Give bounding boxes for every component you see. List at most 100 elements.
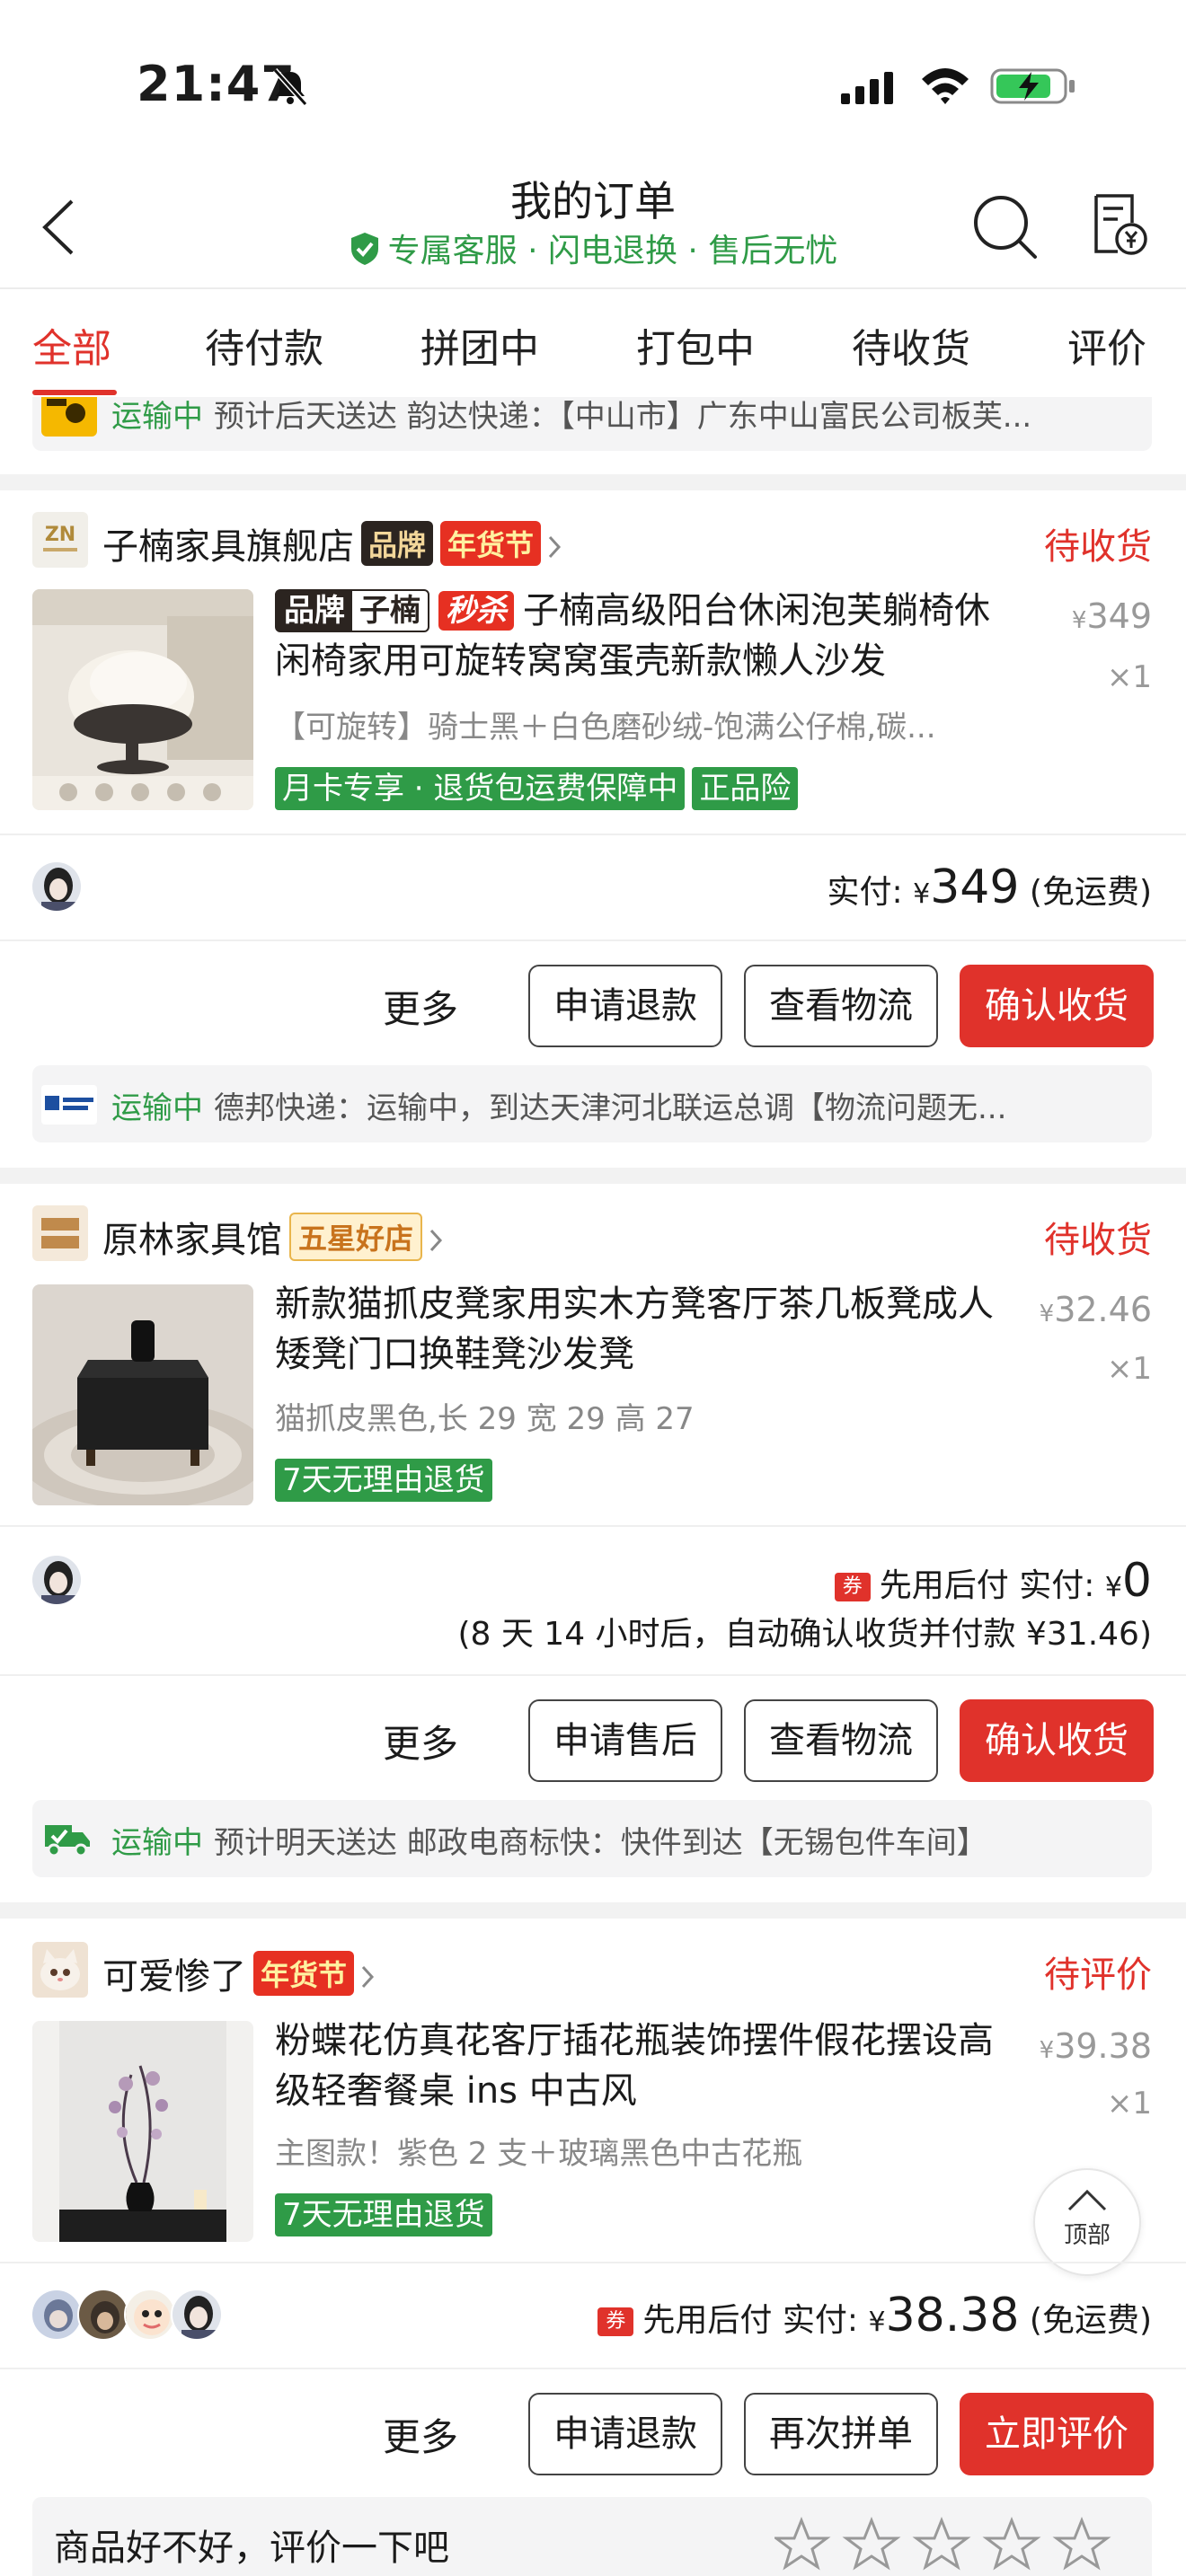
back-to-top-button[interactable]: 顶部 [1033,2168,1141,2276]
invoice-icon[interactable] [1091,192,1148,257]
order-3-shop-row[interactable]: 可爱惨了 年货节 [32,1942,1152,1999]
pay-label: 实付: [1019,1567,1095,1604]
order-status: 待评价 [1044,1954,1152,1996]
rating-stars[interactable] [774,2513,1134,2576]
logistics-status: 运输中 [111,399,203,435]
service-tag: 7天无理由退货 [275,1459,492,1502]
more-button[interactable]: 更多 [383,1714,458,1769]
logistics-status: 运输中 [111,1825,203,1861]
payment-summary: 券先用后付 实付: ¥0 [834,1554,1152,1608]
logistics-text: 预计明天送达 邮政电商标快：快件到达【无锡包件车间】 [214,1825,987,1861]
order-status: 待收货 [1044,1220,1152,1261]
service-tag: 月卡专享 · 退货包运费保障中 [275,767,686,810]
product-image-stool[interactable] [32,1284,253,1505]
wifi-icon [922,68,969,104]
mute-bell-icon [272,67,308,107]
avatar [171,2289,223,2341]
tab-group-buying[interactable]: 拼团中 [420,316,539,374]
product-image-vase[interactable] [32,2021,253,2242]
pay-currency: ¥ [868,2307,886,2338]
order-status: 待收货 [1044,526,1152,568]
service-tags: 7天无理由退货 [275,2193,500,2236]
request-refund-button[interactable]: 申请退款 [528,965,722,1047]
product-price: ¥39.38 [1040,2026,1152,2066]
pay-amount: 38.38 [885,2289,1020,2342]
product-price: ¥32.46 [1040,1290,1152,1329]
logistics-text: 德邦快递：运输中，到达天津河北联运总调【物流问题无... [214,1090,1007,1126]
pay-later-label: 先用后付 [879,1567,1009,1604]
tab-pending-payment[interactable]: 待付款 [205,316,323,374]
shop-name: 原林家具馆 [102,1220,282,1261]
coupon-icon: 券 [834,1573,871,1601]
tab-review[interactable]: 评价 [1067,316,1146,374]
user-avatar-image [126,2290,174,2339]
product-title[interactable]: 品牌 子楠 秒杀 子楠高级阳台休闲泡芙躺椅休闲椅家用可旋转窝窝蛋壳新款懒人沙发 [275,586,1012,686]
pay-suffix: (免运费) [1029,874,1152,911]
logistics-status: 运输中 [111,1090,203,1126]
shop-name-wrap: 原林家具馆 五星好店 [102,1211,444,1263]
pay-label: 实付: [782,2302,859,2339]
avatar [31,1554,83,1606]
shield-check-icon [350,233,378,265]
product-spec: 【可旋转】骑士黑＋白色磨砂绒-饱满公仔棉,碳... [275,710,936,745]
search-icon[interactable] [970,192,1039,260]
avatar [31,860,83,913]
confirm-receipt-button[interactable]: 确认收货 [960,1699,1154,1782]
avatar [31,2289,83,2341]
price-value: 32.46 [1054,1290,1152,1329]
tab-all[interactable]: 全部 [32,316,111,374]
flash-sale-tag: 秒杀 [438,591,514,631]
price-currency: ¥ [1071,607,1087,634]
view-logistics-button[interactable]: 查看物流 [744,1699,938,1782]
star-icon [842,2516,901,2571]
chevron-up-icon [1067,2189,1107,2211]
pay-suffix: (免运费) [1029,2302,1152,2339]
confirm-receipt-button[interactable]: 确认收货 [960,965,1154,1047]
user-avatar-image [32,862,81,911]
buy-again-button[interactable]: 再次拼单 [744,2393,938,2475]
view-logistics-button[interactable]: 查看物流 [744,965,938,1047]
cellular-signal-icon [841,72,893,104]
zinan-logo-icon: ZN [32,512,88,568]
back-to-top-label: 顶部 [1063,2222,1111,2249]
chevron-right-icon [361,1965,375,1989]
payment-summary: 实付: ¥349 (免运费) [828,860,1153,914]
shop-logo [32,1942,88,1998]
service-tag: 正品险 [692,767,799,810]
tab-packing[interactable]: 打包中 [636,316,755,374]
more-button[interactable]: 更多 [383,2407,458,2462]
shop-logo [32,1205,88,1261]
product-title[interactable]: 粉蝶花仿真花客厅插花瓶装饰摆件假花摆设高级轻奢餐桌 ins 中古风 [275,2016,1012,2116]
price-value: 39.38 [1054,2026,1152,2066]
tabs-overlay: 全部 待付款 拼团中 打包中 待收货 评价 [0,287,1186,397]
shop-name-wrap: 子楠家具旗舰店 品牌 年货节 [102,517,562,569]
star-icon [982,2516,1041,2571]
service-guarantee-text: 专属客服 · 闪电退换 · 售后无忧 [387,233,838,269]
order-2-shop-row[interactable]: 原林家具馆 五星好店 [32,1205,1152,1263]
request-refund-button[interactable]: 申请退款 [528,2393,722,2475]
active-tab-indicator [32,390,117,395]
product-quantity: ×1 [1106,2086,1152,2122]
service-tag: 7天无理由退货 [275,2193,492,2236]
product-quantity: ×1 [1106,659,1152,695]
logistics-bar[interactable]: 运输中 德邦快递：运输中，到达天津河北联运总调【物流问题无... [32,1065,1152,1142]
auto-confirm-note: (8 天 14 小时后，自动确认收货并付款 ¥31.46) [457,1616,1152,1653]
review-prompt[interactable]: 商品好不好，评价一下吧 [32,2497,1152,2576]
user-avatar-image [32,2290,81,2339]
order-1-shop-row[interactable]: ZN 子楠家具旗舰店 品牌 年货节 [32,512,1152,569]
more-button[interactable]: 更多 [383,979,458,1034]
request-after-sales-button[interactable]: 申请售后 [528,1699,722,1782]
yunda-logo-icon [41,392,97,437]
vase-product-image [32,2021,253,2242]
write-review-button[interactable]: 立即评价 [960,2393,1154,2475]
star-icon [774,2516,831,2571]
product-image-chair[interactable] [32,589,253,810]
product-title[interactable]: 新款猫抓皮凳家用实木方凳客厅茶几板凳成人矮凳门口换鞋凳沙发凳 [275,1279,1012,1380]
logistics-bar[interactable]: 运输中 预计明天送达 邮政电商标快：快件到达【无锡包件车间】 [32,1800,1152,1877]
star-icon [1052,2516,1111,2571]
product-spec: 主图款！紫色 2 支＋玻璃黑色中古花瓶 [275,2136,803,2172]
five-star-shop-badge: 五星好店 [289,1213,423,1261]
review-prompt-text: 商品好不好，评价一下吧 [54,2527,449,2569]
shop-name: 子楠家具旗舰店 [102,526,354,568]
tab-pending-receipt[interactable]: 待收货 [852,316,970,374]
